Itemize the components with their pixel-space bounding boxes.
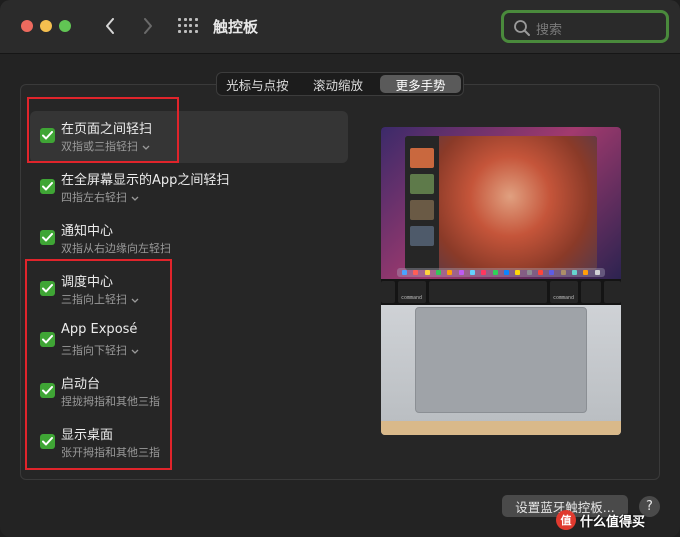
gesture-notification-center[interactable]: 通知中心 双指从右边缘向左轻扫	[30, 213, 348, 265]
forward-button[interactable]	[136, 13, 160, 39]
watermark-logo: 值	[556, 510, 576, 530]
window-title: 触控板	[213, 18, 259, 36]
gesture-title: 在全屏幕显示的App之间轻扫	[61, 173, 230, 188]
search-placeholder: 搜索	[536, 23, 563, 38]
gesture-preview-video: command command	[381, 127, 621, 435]
checkbox[interactable]	[40, 179, 55, 194]
gesture-desc: 双指从右边缘向左轻扫	[61, 242, 171, 255]
chevron-down-icon	[131, 196, 139, 201]
trackpad-preferences-window: 触控板 搜索 光标与点按 滚动缩放 更多手势 在页面之间轻扫 双指或三指轻扫 在…	[0, 0, 680, 537]
preview-trackpad	[415, 307, 587, 413]
tab-more-gestures[interactable]: 更多手势	[380, 75, 462, 93]
preview-dock	[397, 268, 605, 277]
tab-scroll-and-zoom[interactable]: 滚动缩放	[298, 73, 379, 95]
preview-palm-rest	[381, 305, 621, 435]
checkbox[interactable]	[40, 230, 55, 245]
search-icon	[514, 20, 530, 36]
checkmark-icon	[42, 182, 53, 191]
toolbar: 触控板 搜索	[0, 0, 680, 54]
search-field[interactable]: 搜索	[501, 10, 669, 43]
zoom-window-button[interactable]	[59, 20, 71, 32]
gesture-desc: 四指左右轻扫	[61, 191, 127, 204]
watermark: 值 什么值得买	[556, 508, 674, 532]
tab-point-and-click[interactable]: 光标与点按	[217, 73, 298, 95]
tab-bar: 光标与点按 滚动缩放 更多手势	[216, 72, 464, 96]
close-window-button[interactable]	[21, 20, 33, 32]
chevron-left-icon	[106, 18, 114, 34]
preview-photos-window	[405, 136, 597, 270]
show-all-grid-icon[interactable]	[178, 18, 198, 36]
command-key-label: command	[401, 295, 423, 301]
preview-photo	[439, 136, 597, 270]
gesture-swipe-fullscreen-apps[interactable]: 在全屏幕显示的App之间轻扫 四指左右轻扫	[30, 162, 348, 214]
back-button[interactable]	[98, 13, 122, 39]
command-key-label: command	[553, 295, 575, 301]
minimize-window-button[interactable]	[40, 20, 52, 32]
watermark-text: 什么值得买	[580, 514, 646, 530]
chevron-right-icon	[144, 18, 152, 34]
highlight-box-bottom	[25, 259, 172, 470]
preview-screen	[381, 127, 621, 279]
checkmark-icon	[42, 233, 53, 242]
gesture-title: 通知中心	[61, 224, 114, 239]
gesture-option-dropdown[interactable]: 四指左右轻扫	[61, 189, 139, 205]
highlight-box-top	[27, 97, 179, 163]
preview-keyboard: command command	[381, 279, 621, 305]
